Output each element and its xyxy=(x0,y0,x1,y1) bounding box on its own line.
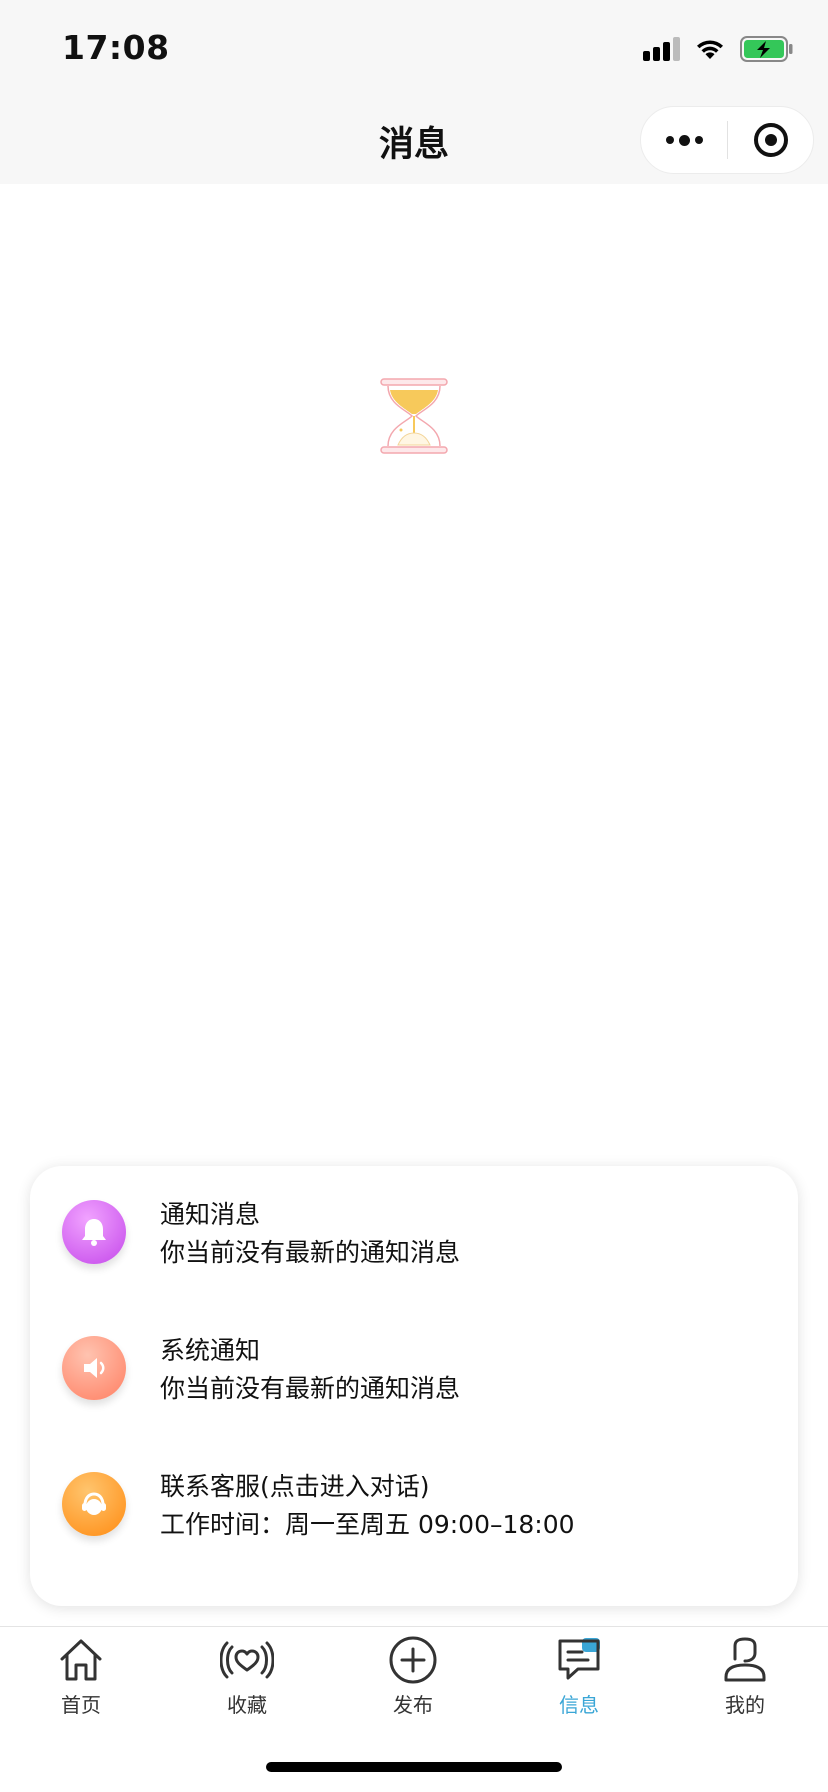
system-notice-item[interactable]: 系统通知 你当前没有最新的通知消息 xyxy=(30,1302,798,1412)
speaker-icon xyxy=(62,1336,126,1400)
notification-message-item[interactable]: 通知消息 你当前没有最新的通知消息 xyxy=(30,1166,798,1276)
tab-label: 发布 xyxy=(393,1693,433,1717)
profile-icon xyxy=(724,1637,766,1682)
tab-label: 我的 xyxy=(725,1693,765,1717)
close-mini-program-button[interactable] xyxy=(728,107,813,173)
home-icon xyxy=(60,1639,102,1681)
publish-plus-icon xyxy=(389,1636,437,1684)
message-title: 通知消息 xyxy=(160,1200,261,1229)
message-title: 系统通知 xyxy=(160,1336,261,1365)
tab-publish[interactable]: 发布 xyxy=(353,1633,473,1723)
mini-program-capsule xyxy=(640,106,814,174)
message-title: 联系客服(点击进入对话) xyxy=(160,1472,430,1501)
cellular-signal-icon xyxy=(643,37,680,61)
wifi-icon xyxy=(694,37,726,61)
more-dot-icon xyxy=(694,136,703,144)
message-texts: 通知消息 你当前没有最新的通知消息 xyxy=(160,1196,460,1272)
customer-service-icon xyxy=(62,1472,126,1536)
message-subtitle: 你当前没有最新的通知消息 xyxy=(160,1238,461,1267)
tab-home[interactable]: 首页 xyxy=(21,1633,141,1723)
message-texts: 系统通知 你当前没有最新的通知消息 xyxy=(160,1332,460,1408)
status-time: 17:08 xyxy=(62,28,170,67)
home-indicator xyxy=(266,1762,562,1772)
message-subtitle: 你当前没有最新的通知消息 xyxy=(160,1374,461,1403)
more-menu-button[interactable] xyxy=(641,107,727,173)
navigation-bar: 消息 xyxy=(0,96,828,184)
bell-icon xyxy=(62,1200,126,1264)
customer-service-item[interactable]: 联系客服(点击进入对话) 工作时间：周一至周五 09:00–18:00 xyxy=(30,1438,798,1548)
tab-label: 收藏 xyxy=(227,1693,267,1717)
more-dot-icon xyxy=(665,136,674,144)
more-dot-icon xyxy=(678,134,690,146)
message-list-card: 通知消息 你当前没有最新的通知消息 系统通知 你当前没有最新的通知消息 联系客服 xyxy=(30,1166,798,1606)
favorite-icon xyxy=(220,1641,274,1679)
target-circle-icon xyxy=(753,123,788,157)
status-icons xyxy=(643,34,794,64)
message-icon xyxy=(558,1638,600,1680)
tab-messages[interactable]: 信息 xyxy=(519,1633,639,1723)
tab-label: 首页 xyxy=(61,1693,101,1717)
battery-charging-icon xyxy=(740,36,794,62)
hourglass-loading-icon xyxy=(380,378,448,454)
status-bar: 17:08 xyxy=(0,0,828,96)
tab-profile[interactable]: 我的 xyxy=(685,1633,805,1723)
message-subtitle: 工作时间：周一至周五 09:00–18:00 xyxy=(160,1510,575,1539)
message-texts: 联系客服(点击进入对话) 工作时间：周一至周五 09:00–18:00 xyxy=(160,1468,575,1544)
tab-favorites[interactable]: 收藏 xyxy=(187,1633,307,1723)
tab-label: 信息 xyxy=(559,1693,599,1717)
